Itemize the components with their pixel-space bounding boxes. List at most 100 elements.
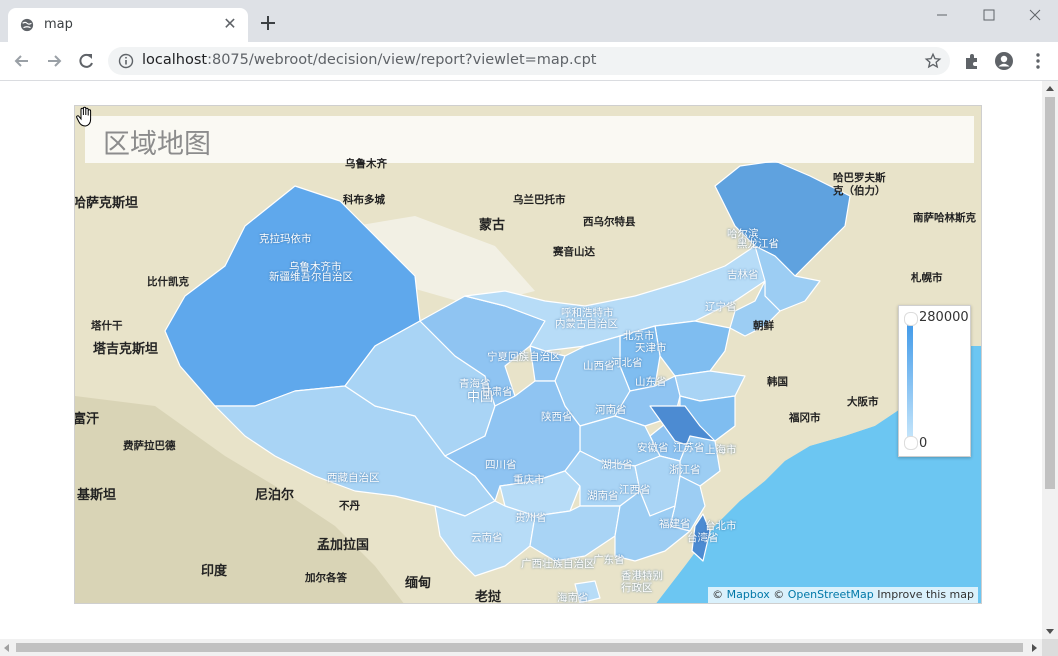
map-label: 比什凯克 (147, 276, 189, 288)
reload-icon[interactable] (76, 51, 96, 71)
menu-icon[interactable] (1028, 51, 1048, 71)
region-map[interactable]: 区域地图 哈萨克斯坦 乌鲁木齐 科布多城 乌兰巴托市 蒙古 西乌尔特县 赛音山达… (74, 105, 982, 604)
province-label: 呼和浩特市 (561, 307, 614, 319)
map-label: 尼泊尔 (255, 488, 295, 503)
back-arrow-icon[interactable] (12, 51, 32, 71)
url-host: localhost (142, 52, 208, 68)
province-label: 贵州省 (515, 512, 547, 524)
map-label: 富汗 (74, 412, 100, 427)
map-attribution: © Mapbox © OpenStreetMap Improve this ma… (708, 587, 978, 603)
map-label: 韩国 (767, 376, 788, 388)
map-label: 印度 (201, 564, 228, 579)
tab-map[interactable]: map ✕ (8, 8, 248, 42)
province-label: 山西省 (583, 360, 615, 372)
map-legend: 280000 0 (898, 305, 971, 457)
scroll-right-arrow-icon[interactable] (1032, 644, 1037, 652)
plus-icon[interactable] (258, 13, 278, 33)
map-title: 区域地图 (103, 129, 211, 160)
scrollbar-corner (1042, 639, 1058, 656)
province-label: 吉林省 (727, 269, 759, 281)
province-label: 陕西省 (541, 411, 573, 423)
province-label: 台湾省 (687, 532, 719, 544)
profile-icon[interactable] (994, 51, 1014, 71)
map-label: 缅甸 (405, 576, 432, 591)
map-label: 乌兰巴托市 (513, 194, 566, 206)
map-label: 不丹 (339, 500, 360, 512)
map-label: 塔什干 (91, 320, 123, 332)
map-label: 福冈市 (789, 412, 821, 424)
province-label: 辽宁省 (705, 301, 737, 313)
map-label: 哈萨克斯坦 (74, 196, 139, 211)
globe-icon (20, 18, 34, 32)
maximize-icon[interactable] (977, 6, 1001, 24)
openstreetmap-link[interactable]: OpenStreetMap (788, 588, 874, 601)
legend-min-label: 0 (919, 436, 928, 451)
map-label: 赛音山达 (553, 246, 595, 258)
province-label: 西藏自治区 (327, 472, 380, 484)
province-label: 河北省 (611, 357, 643, 369)
forward-arrow-icon[interactable] (44, 51, 64, 71)
map-label: 蒙古 (479, 218, 506, 233)
vertical-scrollbar[interactable] (1042, 81, 1058, 639)
province-label: 广西壮族自治区 (521, 558, 595, 570)
map-label: 朝鲜 (753, 320, 774, 332)
scroll-down-arrow-icon[interactable] (1046, 629, 1054, 634)
tab-title: map (44, 17, 73, 32)
province-label: 甘肃省 (481, 386, 513, 398)
scroll-up-arrow-icon[interactable] (1046, 86, 1054, 91)
province-label: 山东省 (635, 376, 667, 388)
hand-cursor-icon (76, 106, 92, 127)
map-label: 孟加拉国 (317, 538, 370, 553)
province-label: 海南省 (557, 592, 589, 604)
province-label: 四川省 (485, 459, 517, 471)
map-title-bar: 区域地图 (85, 116, 974, 163)
province-label: 宁夏回族自治区 (487, 351, 561, 363)
address-bar[interactable]: localhost:8075/webroot/decision/view/rep… (108, 47, 950, 75)
url-text[interactable]: localhost:8075/webroot/decision/view/rep… (142, 52, 596, 68)
province-label: 福建省 (659, 518, 691, 530)
horizontal-scroll-thumb[interactable] (16, 643, 1023, 652)
province-label: 湖北省 (601, 459, 633, 471)
legend-max-handle[interactable] (904, 312, 918, 326)
map-label: 上海市 (705, 444, 737, 456)
scroll-left-arrow-icon[interactable] (4, 644, 9, 652)
browser-window: map ✕ localhost:8075/webroot/decision/vi… (0, 0, 1058, 656)
legend-gradient-bar (907, 318, 913, 440)
province-label: 重庆市 (513, 474, 545, 486)
map-label: 哈巴罗夫斯克（伯力） (833, 172, 886, 197)
province-label: 乌鲁木齐市 (289, 261, 342, 273)
copyright-symbol: © (773, 588, 785, 601)
map-label: 西乌尔特县 (583, 216, 636, 228)
province-label: 哈尔滨 (727, 228, 759, 240)
map-label: 南萨哈林斯克 (913, 212, 976, 224)
province-label: 江苏省 (673, 442, 705, 454)
province-label: 广东省 (593, 554, 625, 566)
province-label: 天津市 (635, 342, 667, 354)
province-label: 安徽省 (637, 442, 669, 454)
info-icon[interactable] (118, 53, 134, 69)
extensions-icon[interactable] (962, 51, 982, 71)
url-path: :8075/webroot/decision/view/report?viewl… (207, 52, 597, 68)
horizontal-scrollbar[interactable] (0, 639, 1042, 656)
star-icon[interactable] (924, 52, 942, 70)
map-label: 科布多城 (343, 194, 385, 206)
map-label: 基斯坦 (77, 488, 117, 503)
map-label: 乌鲁木齐 (345, 158, 387, 170)
close-icon[interactable]: ✕ (222, 16, 238, 32)
map-label: 大阪市 (847, 396, 879, 408)
map-label: 老挝 (475, 590, 502, 604)
copyright-symbol: © (712, 588, 724, 601)
map-label: 塔吉克斯坦 (93, 342, 159, 357)
browser-toolbar: localhost:8075/webroot/decision/view/rep… (0, 42, 1058, 81)
map-label: 加尔各答 (305, 572, 347, 584)
vertical-scroll-thumb[interactable] (1045, 97, 1055, 489)
tab-strip: map ✕ (0, 0, 1058, 42)
minimize-icon[interactable] (930, 6, 954, 24)
province-label: 浙江省 (669, 464, 701, 476)
province-label: 江西省 (619, 484, 651, 496)
mapbox-link[interactable]: Mapbox (727, 588, 770, 601)
close-window-icon[interactable] (1023, 6, 1047, 24)
province-label: 云南省 (471, 532, 503, 544)
improve-map-link[interactable]: Improve this map (877, 588, 974, 601)
legend-min-handle[interactable] (904, 436, 918, 450)
